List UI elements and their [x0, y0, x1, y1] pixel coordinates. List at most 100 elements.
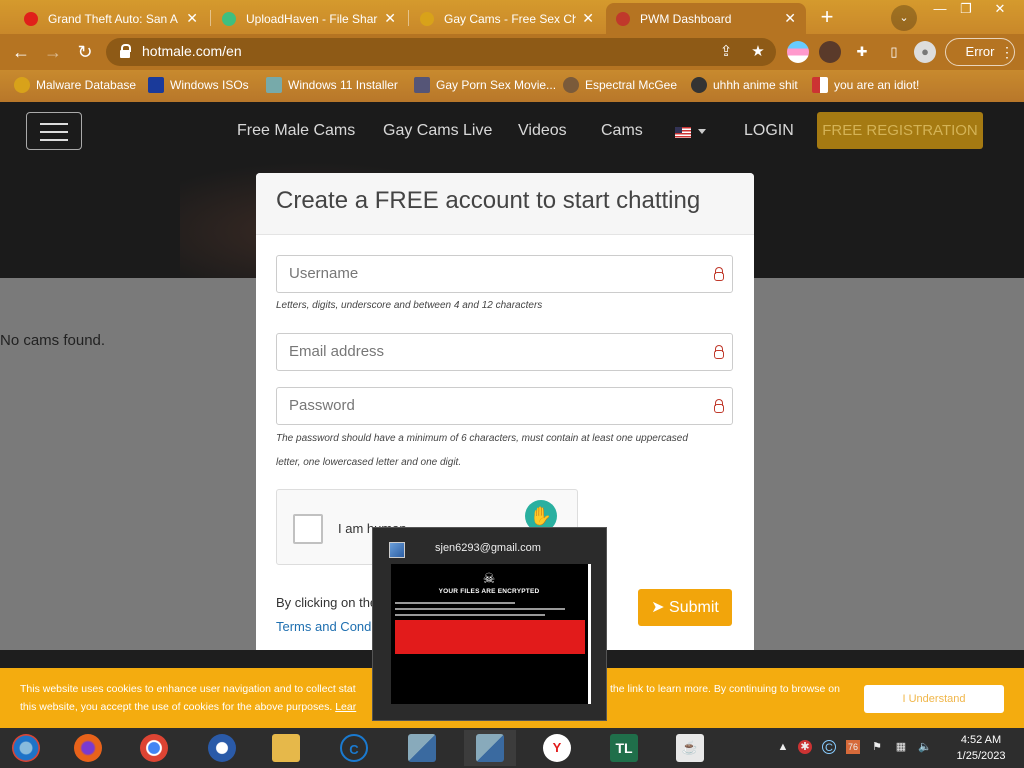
menu-kebab-icon[interactable]: ⋮ — [1000, 41, 1014, 63]
username-input[interactable] — [289, 265, 689, 282]
tl-app[interactable]: TL — [598, 730, 650, 766]
windows-taskbar: C Y TL ☕ ▲ ✱ C 76 ⚑ ▦ 🔈 4:52 AM 1/25/202… — [0, 728, 1024, 768]
terms-link[interactable]: Terms and Condit — [276, 619, 378, 634]
email-input[interactable] — [289, 343, 689, 360]
nav-cams[interactable]: Cams — [601, 122, 643, 140]
email-field[interactable] — [276, 333, 733, 371]
reload-button[interactable]: ↻ — [72, 40, 98, 64]
side-panel-icon[interactable]: ▯ — [883, 41, 905, 63]
chrome-app[interactable] — [128, 730, 180, 766]
cookie-learn-link[interactable]: Lear — [335, 701, 356, 713]
tab-uploadhaven[interactable]: UploadHaven - File Sharin ✕ — [212, 3, 406, 34]
bookmark-gay-porn-sex-movie[interactable]: Gay Porn Sex Movie... — [414, 77, 556, 93]
cookie-understand-button[interactable]: I Understand — [864, 685, 1004, 713]
taskbar-clock[interactable]: 4:52 AM 1/25/2023 — [946, 732, 1016, 764]
lock-icon[interactable] — [120, 44, 131, 58]
password-input[interactable] — [289, 397, 689, 414]
tray-network-icon[interactable]: ▦ — [894, 740, 908, 754]
required-lock-icon — [714, 267, 724, 282]
setup-app-1[interactable] — [396, 730, 448, 766]
thumbnail-text-line — [395, 608, 565, 610]
browser-tab-strip: Grand Theft Auto: San A ✕ UploadHaven - … — [0, 0, 1024, 34]
tl-launcher-icon: TL — [610, 734, 638, 762]
nav-videos[interactable]: Videos — [518, 122, 567, 140]
bookmark-label: Gay Porn Sex Movie... — [436, 78, 557, 92]
ccleaner-icon: C — [340, 734, 368, 762]
java-app[interactable]: ☕ — [664, 730, 716, 766]
language-flag-icon[interactable] — [675, 127, 691, 138]
firefox-app[interactable] — [62, 730, 114, 766]
username-field[interactable] — [276, 255, 733, 293]
required-lock-icon — [714, 345, 724, 360]
language-caret-icon[interactable] — [698, 129, 706, 134]
modal-title: Create a FREE account to start chatting — [276, 187, 701, 214]
back-button[interactable]: ← — [8, 40, 34, 64]
tab-gta-san-andreas[interactable]: Grand Theft Auto: San A ✕ — [14, 3, 208, 34]
bookmark-star-icon[interactable]: ★ — [748, 42, 768, 62]
setup-app-2[interactable] — [464, 730, 516, 766]
hamburger-line — [40, 139, 68, 141]
tray-ccleaner-icon[interactable]: C — [822, 740, 836, 754]
tray-badge[interactable]: 76 — [846, 740, 860, 754]
captcha-checkbox[interactable] — [293, 514, 323, 544]
extensions-puzzle-icon[interactable]: ✚ — [851, 41, 873, 63]
opera-app[interactable] — [196, 730, 248, 766]
tab-label: UploadHaven - File Sharin — [246, 11, 379, 26]
username-hint: Letters, digits, underscore and between … — [276, 300, 543, 311]
tab-separator — [408, 10, 409, 26]
java-icon: ☕ — [676, 734, 704, 762]
tray-overflow-icon[interactable]: ▲ — [776, 740, 790, 754]
forward-button[interactable]: → — [40, 40, 66, 64]
tab-gay-cams[interactable]: Gay Cams - Free Sex Cha ✕ — [410, 3, 604, 34]
nav-free-male-cams[interactable]: Free Male Cams — [237, 122, 355, 140]
bookmark-malware-database[interactable]: Malware Database — [14, 77, 136, 93]
restore-button[interactable]: ❐ — [948, 0, 984, 20]
bookmark-windows-isos[interactable]: Windows ISOs — [148, 77, 249, 93]
chromium-app[interactable] — [0, 730, 52, 766]
bookmark-espectral-mcgee[interactable]: Espectral McGee — [563, 77, 677, 93]
no-cams-message: No cams found. — [0, 332, 106, 349]
submit-button[interactable]: ➤ Submit — [638, 589, 732, 626]
tab-close-icon[interactable]: ✕ — [384, 10, 396, 27]
tab-separator — [210, 10, 211, 26]
tab-close-icon[interactable]: ✕ — [186, 10, 198, 27]
nav-gay-cams-live[interactable]: Gay Cams Live — [383, 122, 492, 140]
hamburger-menu-button[interactable] — [26, 112, 82, 150]
extension-flag-icon[interactable] — [787, 41, 809, 63]
profile-icon[interactable]: ● — [914, 41, 936, 63]
free-registration-button[interactable]: FREE REGISTRATION — [817, 112, 983, 149]
bookmark-icon — [691, 77, 707, 93]
clock-date: 1/25/2023 — [956, 750, 1006, 762]
bookmark-label: Espectral McGee — [585, 78, 678, 92]
installer-app-icon — [389, 542, 405, 558]
tab-close-icon[interactable]: ✕ — [582, 10, 594, 27]
tray-flag-icon[interactable]: ⚑ — [870, 740, 884, 754]
thumbnail-warning-box — [395, 620, 585, 654]
tray-volume-icon[interactable]: 🔈 — [918, 740, 932, 754]
password-hint-line-2: letter, one lowercased letter and one di… — [276, 457, 462, 468]
new-tab-button[interactable]: + — [814, 6, 840, 30]
url-text[interactable]: hotmale.com/en — [142, 43, 242, 59]
yandex-app[interactable]: Y — [531, 730, 583, 766]
bookmark-icon — [14, 77, 30, 93]
share-icon[interactable]: ⇪ — [716, 42, 736, 62]
extension-avatar-icon[interactable] — [819, 41, 841, 63]
firefox-icon — [74, 734, 102, 762]
tab-close-icon[interactable]: ✕ — [784, 10, 796, 27]
login-link[interactable]: LOGIN — [744, 122, 794, 140]
close-window-button[interactable]: ✕ — [982, 0, 1018, 20]
ccleaner-app[interactable]: C — [328, 730, 380, 766]
file-explorer-app[interactable] — [260, 730, 312, 766]
tab-search-button[interactable]: ⌄ — [891, 5, 917, 31]
bookmark-uhhh-anime-shit[interactable]: uhhh anime shit — [691, 77, 798, 93]
modal-header: Create a FREE account to start chatting — [256, 173, 754, 235]
ransomware-window-thumbnail[interactable]: ☠ YOUR FILES ARE ENCRYPTED — [391, 564, 591, 704]
address-bar[interactable]: hotmale.com/en ⇪ ★ — [106, 38, 776, 66]
bookmark-windows-11-installer[interactable]: Windows 11 Installer — [266, 77, 398, 93]
password-field[interactable] — [276, 387, 733, 425]
chromium-icon — [12, 734, 40, 762]
taskbar-window-preview[interactable]: sjen6293@gmail.com ☠ YOUR FILES ARE ENCR… — [372, 527, 607, 721]
tray-gear-icon[interactable]: ✱ — [798, 740, 812, 754]
bookmark-you-are-an-idiot[interactable]: you are an idiot! — [812, 77, 919, 93]
tab-pwm-dashboard[interactable]: PWM Dashboard ✕ — [606, 3, 806, 34]
